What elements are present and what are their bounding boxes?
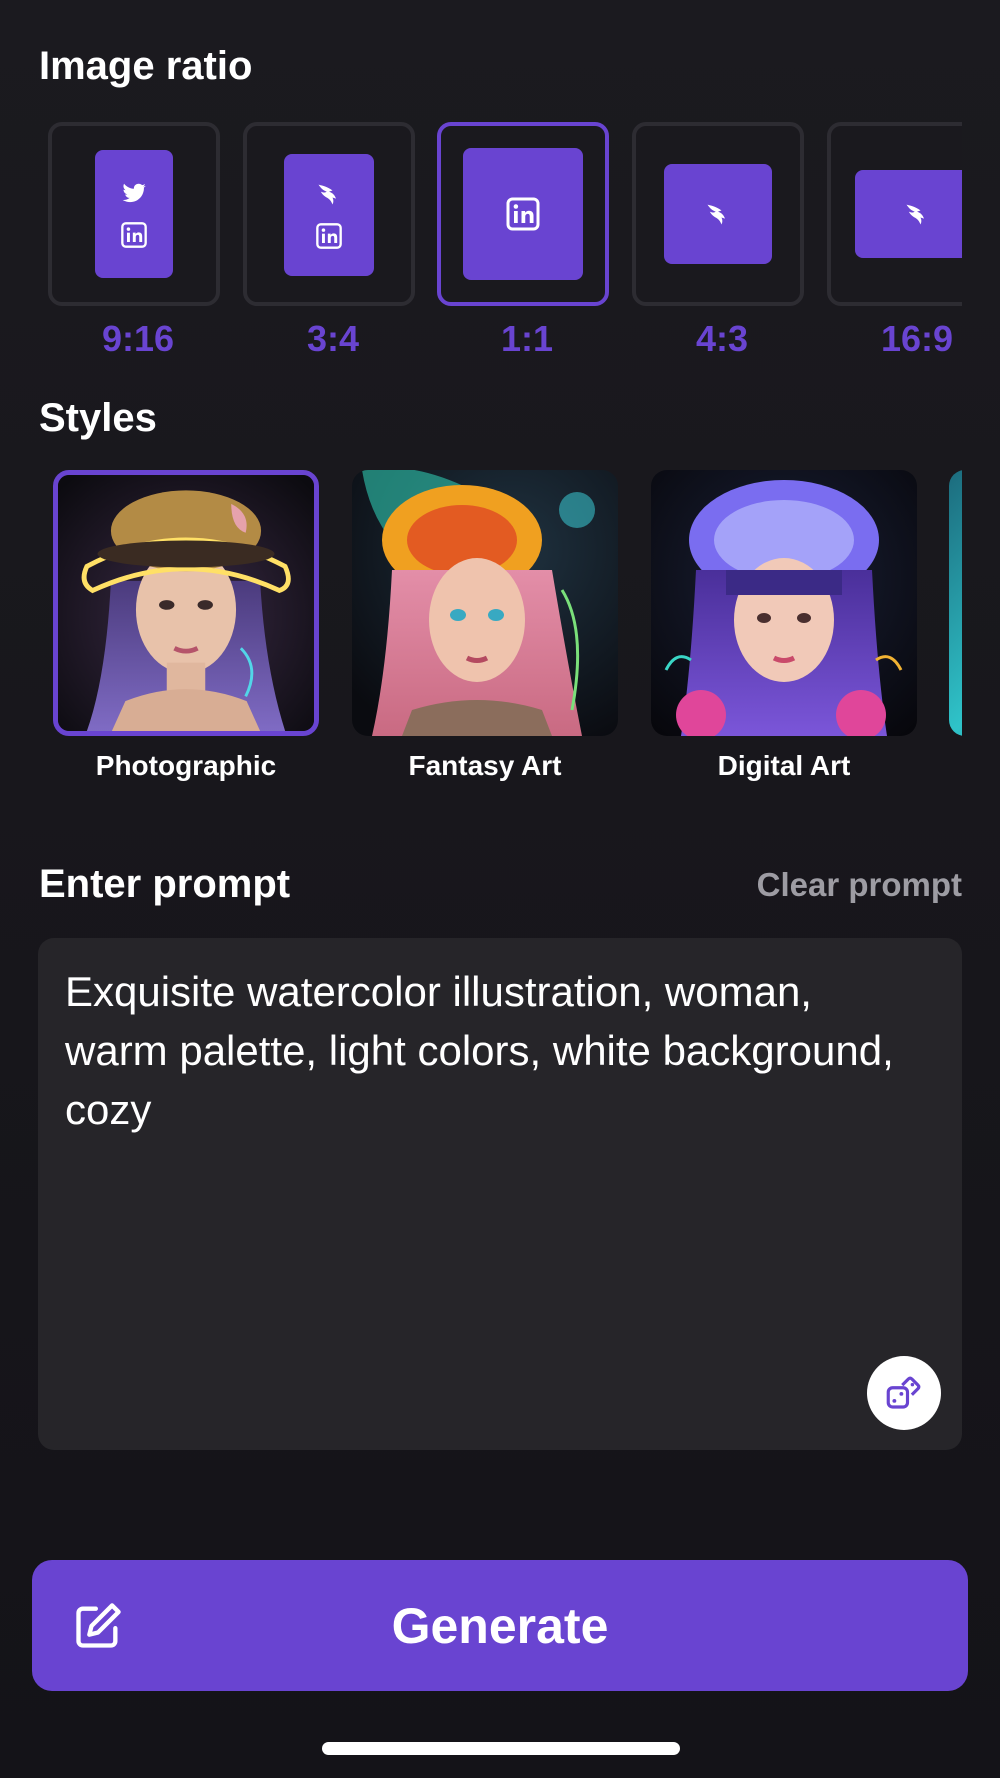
ratio-label-3-4: 3:4 [306, 318, 360, 359]
image-ratio-title: Image ratio [39, 44, 253, 88]
ratio-label-4-3: 4:3 [695, 318, 749, 359]
generate-button[interactable]: Generate [32, 1560, 968, 1691]
ratio-option-1-1[interactable]: 1:1 [437, 122, 609, 359]
style-label-photographic: Photographic [95, 750, 277, 781]
style-option-fantasy-art[interactable]: Fantasy Art [352, 470, 618, 782]
linkedin-icon [506, 197, 540, 231]
bird-wing-icon [906, 204, 924, 225]
bird-wing-icon [318, 184, 336, 205]
style-thumbnail-partial [949, 470, 962, 736]
ratio-option-4-3[interactable]: 4:3 [632, 122, 804, 359]
ratio-preview-3-4 [284, 154, 374, 276]
ratio-option-16-9[interactable]: 16:9 [827, 122, 962, 359]
portrait-digital-image [651, 470, 917, 736]
bird-wing-icon [707, 204, 725, 225]
style-option-photographic[interactable]: Photographic [53, 470, 319, 782]
dice-icon [886, 1376, 921, 1409]
randomize-prompt-button[interactable] [867, 1356, 941, 1430]
linkedin-icon [121, 222, 147, 248]
ratio-label-16-9: 16:9 [880, 318, 954, 359]
prompt-text[interactable]: Exquisite watercolor illustration, woman… [65, 962, 915, 1139]
style-thumbnail-fantasy-art [352, 470, 618, 736]
twitter-icon [122, 183, 147, 203]
linkedin-icon [316, 223, 342, 249]
portrait-neon-hat-image [58, 475, 314, 731]
style-option-partial[interactable] [949, 470, 962, 736]
prompt-title: Enter prompt [39, 862, 291, 906]
image-generator-screen: Image ratio 9:16 3:4 1:1 4:3 16:9 Styles… [0, 0, 1000, 1778]
style-selector[interactable]: Photographic Fantasy Art Digital Art [39, 470, 962, 800]
clear-prompt-button[interactable]: Clear prompt [757, 866, 962, 904]
styles-title: Styles [39, 396, 157, 440]
style-label-digital-art: Digital Art [717, 750, 851, 781]
ratio-option-9-16[interactable]: 9:16 [48, 122, 220, 359]
ratio-label-9-16: 9:16 [101, 318, 175, 359]
ratio-preview-9-16 [95, 150, 173, 278]
prompt-input[interactable]: Exquisite watercolor illustration, woman… [38, 938, 962, 1450]
generate-label: Generate [391, 1597, 609, 1654]
ratio-option-3-4[interactable]: 3:4 [243, 122, 415, 359]
style-label-fantasy-art: Fantasy Art [408, 750, 562, 781]
ratio-preview-16-9 [855, 170, 962, 258]
portrait-fantasy-image [352, 470, 618, 736]
style-option-digital-art[interactable]: Digital Art [651, 470, 917, 782]
style-thumbnail-digital-art [651, 470, 917, 736]
home-indicator [322, 1742, 680, 1755]
style-thumbnail-photographic [53, 470, 319, 736]
ratio-preview-4-3 [664, 164, 772, 264]
ratio-label-1-1: 1:1 [500, 318, 554, 359]
ratio-selector[interactable]: 9:16 3:4 1:1 4:3 16:9 [39, 120, 962, 360]
ratio-preview-1-1 [463, 148, 583, 280]
